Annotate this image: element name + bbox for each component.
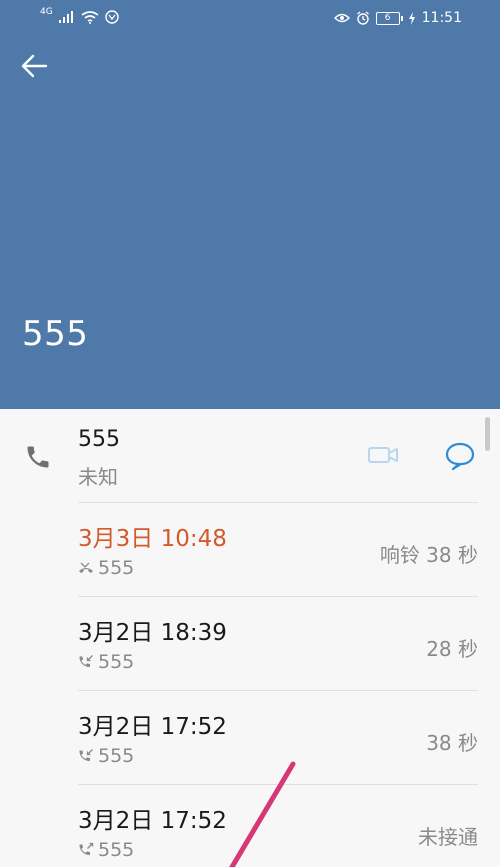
- hotspot-icon: [105, 10, 119, 24]
- call-number: 555: [78, 839, 134, 861]
- eye-comfort-icon: [333, 13, 350, 23]
- wifi-icon: [81, 10, 99, 24]
- incoming-call-icon: [79, 749, 93, 761]
- back-arrow-icon[interactable]: [18, 50, 50, 82]
- call-date: 3月2日 17:52: [78, 714, 227, 740]
- call-number: 555: [78, 651, 134, 673]
- signal-icon: [58, 11, 73, 23]
- charging-icon: [408, 11, 415, 25]
- call-number-text: 555: [98, 651, 135, 673]
- call-log-row[interactable]: 3月3日 10:48 555 响铃 38 秒: [0, 503, 500, 597]
- contact-location: 未知: [78, 465, 118, 489]
- call-number: 555: [78, 557, 134, 579]
- call-date: 3月2日 18:39: [78, 620, 227, 646]
- outgoing-call-icon: [79, 842, 94, 855]
- call-status: 28 秒: [426, 637, 478, 661]
- status-bar: 4G 6 11:51: [0, 0, 500, 38]
- call-status: 未接通: [418, 825, 478, 849]
- call-status: 响铃 38 秒: [379, 543, 478, 567]
- contact-info-row[interactable]: 555 未知: [0, 409, 500, 503]
- incoming-call-icon: [79, 655, 93, 667]
- battery-indicator: 6: [375, 11, 403, 25]
- call-log-row[interactable]: 3月2日 18:39 555 28 秒: [0, 597, 500, 691]
- contact-header: 4G 6 11:51 555: [0, 0, 500, 409]
- missed-call-icon: [79, 562, 93, 573]
- network-type-label: 4G: [40, 6, 53, 17]
- call-number-text: 555: [98, 839, 135, 861]
- call-status: 38 秒: [426, 731, 478, 755]
- call-log-row[interactable]: 3月2日 17:52 555 38 秒: [0, 691, 500, 785]
- clock-time: 11:51: [421, 10, 462, 26]
- contact-number: 555: [78, 427, 120, 452]
- call-number-text: 555: [98, 557, 135, 579]
- video-call-icon[interactable]: [367, 443, 399, 467]
- call-date: 3月2日 17:52: [78, 808, 227, 834]
- call-log-row[interactable]: 3月2日 17:52 555 未接通: [0, 785, 500, 867]
- call-number: 555: [78, 745, 134, 767]
- call-number-text: 555: [98, 745, 135, 767]
- message-icon[interactable]: [444, 441, 476, 471]
- call-details: 555 未知 3月3日 10:48 555 响铃 38 秒 3月2日 18:39: [0, 409, 500, 867]
- alarm-icon: [356, 11, 369, 25]
- phone-icon[interactable]: [24, 443, 52, 471]
- page-title: 555: [22, 314, 89, 354]
- call-date: 3月3日 10:48: [78, 526, 227, 552]
